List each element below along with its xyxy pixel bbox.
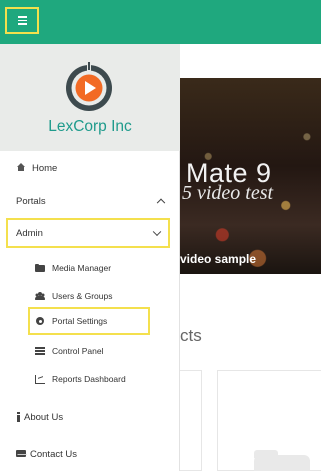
home-icon	[16, 163, 26, 173]
chevron-up-icon	[156, 198, 166, 208]
folder-icon	[35, 263, 45, 273]
nav-item-users-groups[interactable]: Users & Groups	[35, 289, 112, 303]
hero-subtitle: 5 video test	[182, 182, 274, 204]
nav-item-about-us[interactable]: About Us	[14, 410, 63, 424]
users-icon	[35, 291, 45, 301]
info-icon	[14, 412, 22, 422]
content-card[interactable]	[180, 370, 202, 471]
nav-item-label: Control Panel	[52, 346, 104, 356]
gear-icon	[35, 316, 45, 326]
nav-item-media-manager[interactable]: Media Manager	[35, 261, 111, 275]
nav-item-portal-settings[interactable]: Portal Settings	[28, 307, 150, 335]
nav-item-label: Admin	[16, 227, 43, 239]
nav-item-reports-dashboard[interactable]: Reports Dashboard	[35, 372, 126, 386]
menu-button[interactable]	[5, 7, 39, 34]
section-title: cts	[180, 326, 202, 345]
nav-item-control-panel[interactable]: Control Panel	[35, 344, 104, 358]
nav-item-label: Home	[32, 162, 58, 174]
brand-name: LexCorp Inc	[48, 118, 132, 135]
top-app-bar	[0, 0, 321, 44]
nav-item-admin[interactable]: Admin	[6, 218, 170, 248]
nav-item-label: Media Manager	[52, 263, 112, 273]
navigation-drawer: LexCorp Inc Home Portals Admin Media Man…	[0, 44, 180, 471]
hero-video-thumbnail[interactable]: Mate 9 5 video test video sample	[180, 78, 321, 274]
chart-icon	[35, 374, 45, 384]
lexcorp-logo	[66, 62, 112, 111]
nav-item-label: Portal Settings	[52, 316, 108, 326]
content-card[interactable]	[217, 370, 321, 471]
list-icon	[35, 346, 45, 356]
nav-item-label: Users & Groups	[52, 291, 113, 301]
nav-item-label: Contact Us	[30, 448, 77, 460]
nav-item-contact-us[interactable]: Contact Us	[16, 447, 77, 461]
chevron-down-icon	[152, 227, 162, 237]
nav-item-label: About Us	[24, 411, 64, 423]
envelope-icon	[16, 449, 27, 459]
nav-item-home[interactable]: Home	[16, 161, 57, 175]
hero-caption: video sample	[180, 252, 257, 266]
folder-icon	[254, 450, 310, 471]
brand-header: LexCorp Inc	[0, 44, 180, 151]
nav-item-label: Reports Dashboard	[52, 374, 126, 384]
nav-item-portals[interactable]: Portals	[0, 194, 180, 208]
nav-item-label: Portals	[16, 195, 46, 207]
hamburger-icon	[17, 16, 27, 25]
